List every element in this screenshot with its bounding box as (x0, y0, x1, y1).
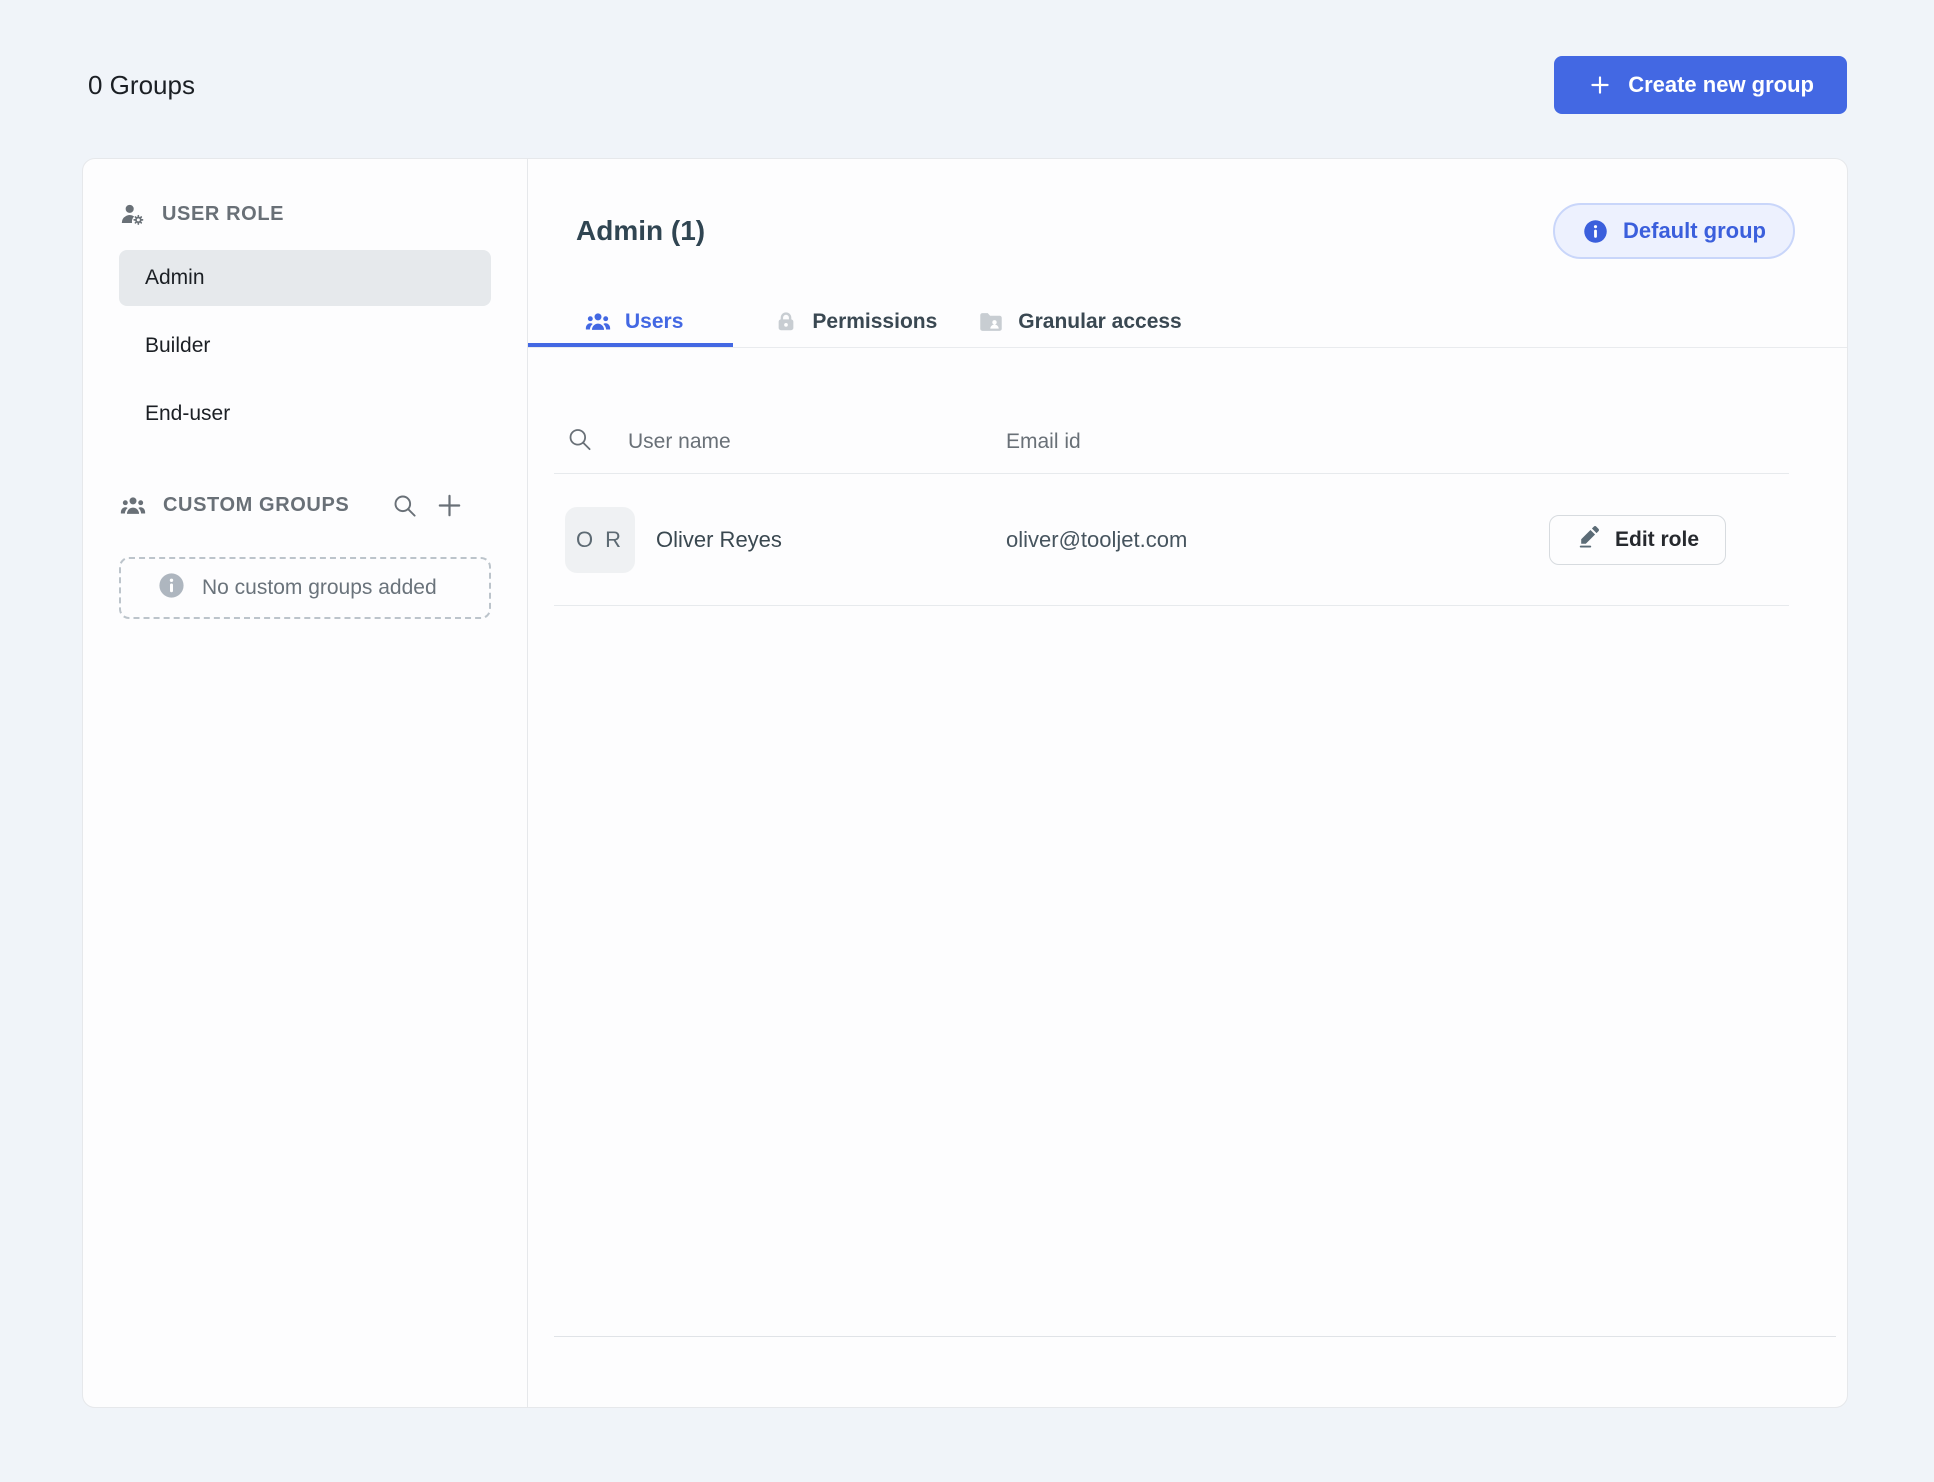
lock-icon (773, 309, 799, 335)
page-title: 0 Groups (88, 70, 195, 101)
avatar: O R (565, 507, 635, 573)
plus-icon (434, 490, 465, 521)
users-table: User name Email id O R Oliver Reyes oliv… (554, 410, 1789, 606)
users-group-icon (584, 308, 612, 336)
tab-granular-access-label: Granular access (1018, 310, 1181, 334)
group-details-panel: Admin (1) Default group (528, 159, 1847, 1407)
info-icon (157, 571, 186, 606)
create-button-label: Create new group (1628, 72, 1814, 98)
sidebar-item-end-user[interactable]: End-user (119, 386, 491, 442)
sidebar-item-builder[interactable]: Builder (119, 318, 491, 374)
groups-sidebar: USER ROLE Admin Builder End-user CUSTOM … (83, 159, 528, 1407)
empty-state-label: No custom groups added (202, 576, 437, 600)
no-custom-groups-box: No custom groups added (119, 557, 491, 619)
column-email-id: Email id (1006, 430, 1789, 454)
create-new-group-button[interactable]: Create new group (1554, 56, 1847, 114)
role-list: Admin Builder End-user (119, 250, 491, 442)
custom-groups-label: CUSTOM GROUPS (163, 494, 349, 517)
panel-bottom-divider (554, 1336, 1836, 1337)
user-cell: O R Oliver Reyes (554, 507, 1006, 573)
user-role-label: USER ROLE (162, 203, 284, 226)
sidebar-item-admin[interactable]: Admin (119, 250, 491, 306)
user-gear-icon (119, 201, 146, 228)
tab-granular-access[interactable]: Granular access (977, 301, 1181, 347)
add-custom-group-button[interactable] (434, 490, 465, 521)
default-group-label: Default group (1623, 218, 1766, 244)
table-header-row: User name Email id (554, 410, 1789, 474)
tab-bar: Users Permissions (528, 301, 1847, 348)
tab-permissions-label: Permissions (812, 310, 937, 334)
topbar: 0 Groups Create new group (88, 45, 1847, 125)
table-search-icon[interactable] (566, 425, 593, 458)
edit-role-label: Edit role (1615, 528, 1699, 552)
pencil-icon (1576, 524, 1601, 555)
search-icon (391, 492, 418, 519)
edit-role-button[interactable]: Edit role (1549, 515, 1726, 565)
user-name: Oliver Reyes (656, 527, 782, 553)
table-row: O R Oliver Reyes oliver@tooljet.com Edit… (554, 474, 1789, 606)
info-icon (1582, 218, 1609, 245)
users-group-icon (119, 492, 147, 520)
folder-user-icon (977, 308, 1005, 336)
custom-groups-header: CUSTOM GROUPS (119, 490, 491, 521)
search-custom-groups-button[interactable] (391, 492, 418, 519)
user-email: oliver@tooljet.com (1006, 527, 1549, 553)
group-title: Admin (1) (576, 215, 705, 247)
user-role-header: USER ROLE (119, 201, 491, 228)
column-user-name: User name (554, 430, 1006, 454)
tab-permissions[interactable]: Permissions (773, 301, 937, 347)
plus-icon (1587, 72, 1613, 98)
tab-users-label: Users (625, 310, 683, 334)
groups-card: USER ROLE Admin Builder End-user CUSTOM … (82, 158, 1848, 1408)
tab-users[interactable]: Users (528, 301, 733, 347)
default-group-badge[interactable]: Default group (1553, 203, 1795, 259)
group-header: Admin (1) Default group (576, 203, 1795, 259)
